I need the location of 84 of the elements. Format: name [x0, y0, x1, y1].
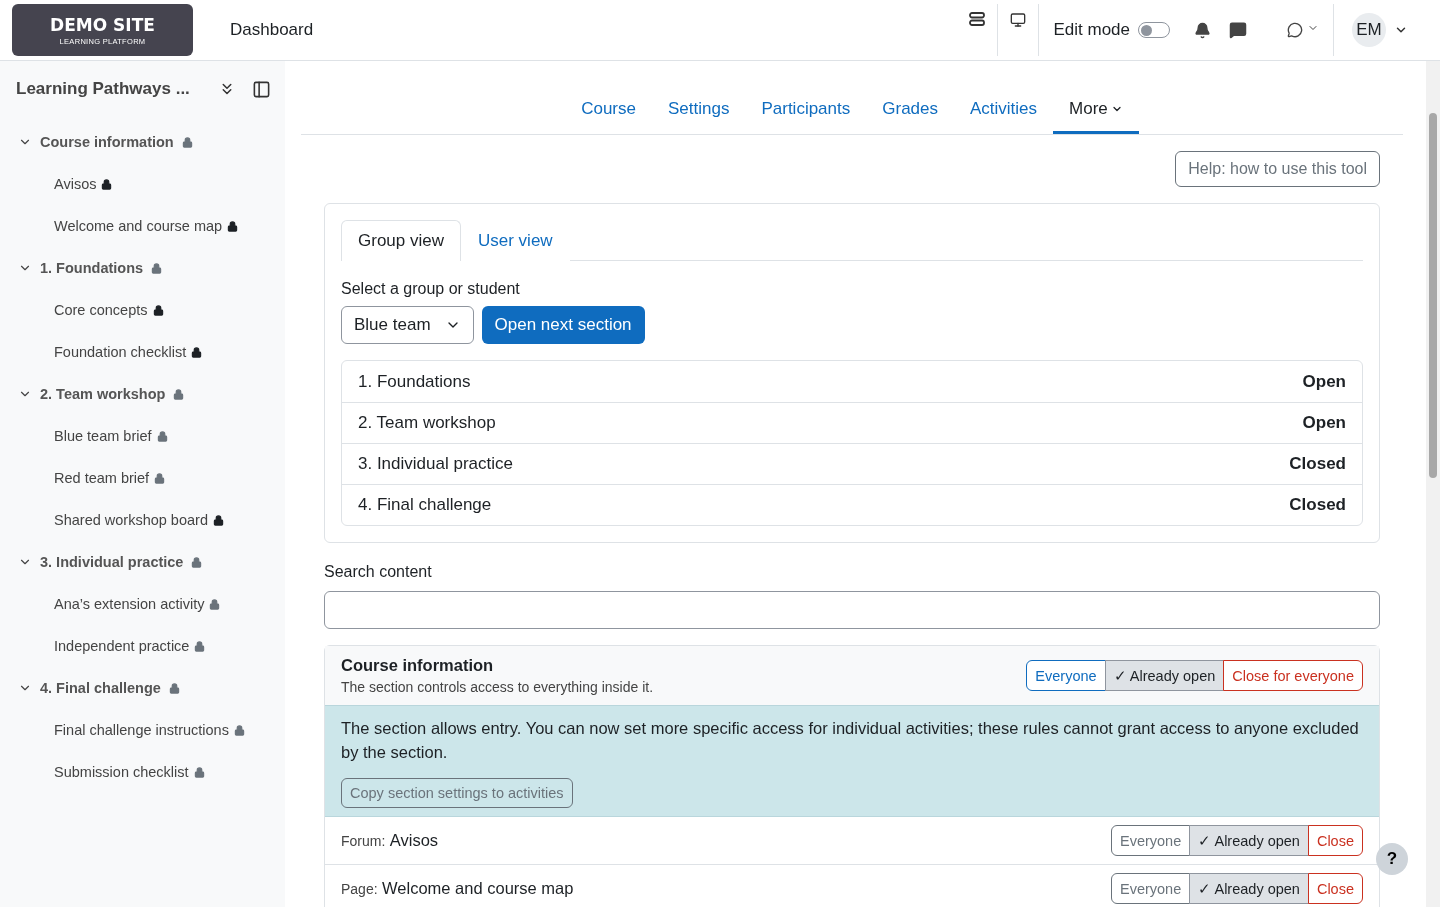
- edit-mode-label: Edit mode: [1053, 20, 1130, 40]
- course-nav-tab[interactable]: More: [1053, 91, 1139, 134]
- lock-icon: [151, 262, 163, 274]
- course-nav-tab[interactable]: Grades: [866, 91, 954, 134]
- access-option[interactable]: Close: [1307, 873, 1363, 904]
- select-label: Select a group or student: [341, 280, 521, 298]
- course-nav-tab[interactable]: Activities: [954, 91, 1054, 134]
- user-avatar[interactable]: EM: [1352, 13, 1386, 47]
- sidebar-item[interactable]: Welcome and course map: [54, 218, 223, 234]
- sidebar-item[interactable]: Ana’s extension activity: [54, 596, 205, 612]
- lock-icon: [191, 346, 203, 358]
- open-next-button[interactable]: Open next section: [481, 306, 645, 344]
- stacked-bars-icon[interactable]: [969, 12, 986, 26]
- sidebar-item[interactable]: Blue team brief: [54, 428, 152, 444]
- logo-title: DEMO SITE: [50, 14, 155, 35]
- sidebar-item[interactable]: Avisos: [54, 176, 97, 192]
- lock-icon: [152, 304, 164, 316]
- section-status: Closed: [1289, 454, 1346, 474]
- sidebar-item[interactable]: Shared workshop board: [54, 512, 208, 528]
- lock-icon: [193, 766, 205, 778]
- sidebar-section[interactable]: 4. Final challenge: [40, 680, 161, 696]
- course-nav-tab[interactable]: Course: [565, 91, 652, 134]
- sidebar-item[interactable]: Submission checklist: [54, 764, 189, 780]
- section-status: Closed: [1289, 495, 1346, 515]
- lock-icon: [227, 220, 239, 232]
- sidebar-section[interactable]: 2. Team workshop: [40, 386, 166, 402]
- section-status: Open: [1302, 371, 1346, 392]
- sidebar-item[interactable]: Core concepts: [54, 302, 148, 318]
- course-title: Learning Pathways ...: [16, 79, 191, 99]
- sidebar-section[interactable]: 1. Foundations: [40, 260, 144, 276]
- group-select[interactable]: Blue team: [341, 306, 474, 344]
- section-name: 1. Foundations: [358, 371, 471, 392]
- phone-chat-icon[interactable]: [1287, 22, 1303, 38]
- activity-type: Forum:: [341, 833, 386, 849]
- sidebar-section[interactable]: Course information: [40, 134, 174, 150]
- search-label: Search content: [324, 563, 433, 581]
- lock-icon: [173, 388, 185, 400]
- lock-icon: [191, 556, 203, 568]
- access-option[interactable]: Everyone: [1110, 873, 1191, 904]
- access-option[interactable]: Close: [1307, 825, 1363, 856]
- section-title: Course information: [341, 656, 495, 675]
- lock-icon: [101, 178, 113, 190]
- notice-text: The section allows entry. You can now set more specific access for individual activities; these rules cannot grant access to anyone excluded by the section.: [341, 718, 1360, 763]
- monitor-icon[interactable]: [1010, 12, 1027, 28]
- access-option[interactable]: ✓ Already open: [1104, 660, 1225, 691]
- chat-icon[interactable]: [1229, 21, 1247, 39]
- sidebar-item[interactable]: Final challenge instructions: [54, 722, 229, 738]
- activity-name: Avisos: [389, 831, 439, 849]
- activity-type: Page:: [341, 881, 378, 897]
- edit-mode-toggle[interactable]: [1138, 22, 1170, 38]
- lock-icon: [209, 598, 221, 610]
- access-option[interactable]: Everyone: [1026, 660, 1106, 691]
- access-option[interactable]: Close for everyone: [1223, 660, 1363, 691]
- sidebar-item[interactable]: Red team brief: [54, 470, 150, 486]
- sidebar-toggle-icon[interactable]: [252, 79, 271, 99]
- lock-icon: [194, 640, 206, 652]
- help-fab-button[interactable]: ?: [1376, 843, 1408, 875]
- access-option[interactable]: Everyone: [1110, 825, 1191, 856]
- dashboard-link[interactable]: Dashboard: [230, 20, 314, 40]
- lock-icon: [212, 514, 224, 526]
- section-status: Open: [1302, 413, 1346, 433]
- lock-icon: [168, 682, 180, 694]
- search-field[interactable]: [324, 591, 1380, 629]
- lock-icon: [154, 472, 166, 484]
- sidebar-section[interactable]: 3. Individual practice: [40, 554, 184, 570]
- notification-icon[interactable]: [1194, 21, 1211, 39]
- access-option[interactable]: ✓ Already open: [1189, 873, 1309, 904]
- lock-icon: [181, 136, 193, 148]
- course-nav-tab[interactable]: Participants: [745, 91, 867, 134]
- scrollbar[interactable]: [1426, 61, 1440, 907]
- lock-icon: [156, 430, 168, 442]
- sidebar-item[interactable]: Independent practice: [54, 638, 190, 654]
- section-name: 3. Individual practice: [358, 454, 513, 474]
- view-tab[interactable]: Group view: [341, 220, 461, 261]
- section-name: 2. Team workshop: [358, 413, 496, 433]
- lock-icon: [233, 724, 245, 736]
- access-option[interactable]: ✓ Already open: [1189, 825, 1309, 856]
- course-nav-tab[interactable]: Settings: [652, 91, 746, 134]
- help-button[interactable]: Help: how to use this tool: [1175, 151, 1380, 187]
- section-name: 4. Final challenge: [358, 495, 492, 515]
- section-description: The section controls access to everything inside it.: [341, 679, 654, 695]
- copy-settings-button[interactable]: Copy section settings to activities: [341, 778, 573, 808]
- activity-name: Welcome and course map: [382, 879, 574, 897]
- sidebar-item[interactable]: Foundation checklist: [54, 344, 187, 360]
